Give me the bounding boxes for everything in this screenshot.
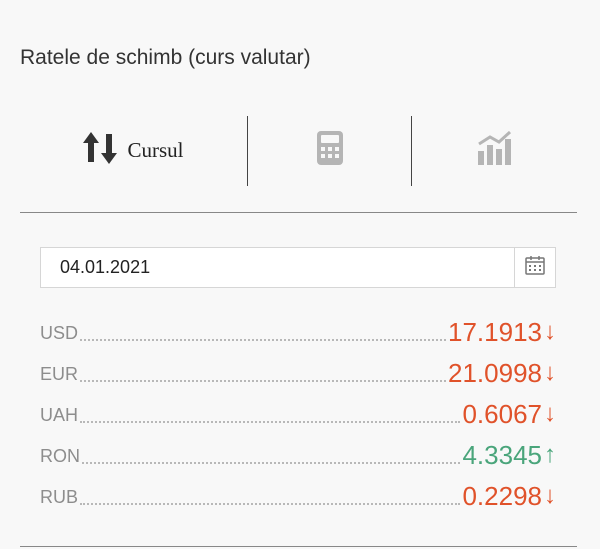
rate-value: 0.2298	[462, 481, 542, 511]
arrow-down-icon: ↓	[544, 482, 556, 509]
currency-code: UAH	[40, 405, 79, 425]
arrow-down-icon: ↓	[544, 359, 556, 386]
rate-row-rub: RUB 0.2298 ↓	[40, 470, 556, 511]
date-picker	[40, 247, 556, 288]
currency-code: EUR	[40, 364, 79, 384]
date-input[interactable]	[41, 248, 516, 287]
arrow-up-icon: ↑	[544, 441, 556, 468]
currency-code: RON	[40, 446, 80, 466]
calendar-icon	[525, 255, 545, 280]
bar-chart-icon	[477, 130, 513, 170]
rate-value: 4.3345	[462, 440, 542, 470]
rate-row-uah: UAH 0.6067 ↓	[40, 388, 556, 429]
divider	[20, 546, 577, 547]
dotted-leader	[80, 421, 461, 423]
rates-list: USD 17.1913 ↓ EUR 21.0998 ↓ UAH 0.6067 ↓…	[40, 306, 556, 511]
rate-row-ron: RON 4.3345 ↑	[40, 429, 556, 470]
rate-row-usd: USD 17.1913 ↓	[40, 306, 556, 347]
dotted-leader	[82, 462, 461, 464]
tab-rate-label: Cursul	[127, 137, 184, 162]
rate-row-eur: EUR 21.0998 ↓	[40, 347, 556, 388]
currency-code: USD	[40, 323, 79, 343]
dotted-leader	[80, 503, 461, 505]
divider	[20, 212, 577, 213]
currency-code: RUB	[40, 487, 79, 507]
dotted-leader	[80, 380, 447, 382]
dotted-leader	[80, 339, 447, 341]
arrow-down-icon: ↓	[544, 400, 556, 427]
tab-chart[interactable]	[412, 112, 577, 188]
tab-bar: Cursul	[20, 112, 577, 188]
rate-value: 17.1913	[448, 317, 542, 347]
arrow-down-icon: ↓	[544, 318, 556, 345]
widget-title: Ratele de schimb (curs valutar)	[20, 46, 311, 69]
calendar-button[interactable]	[514, 248, 555, 287]
exchange-arrows-icon	[83, 131, 118, 169]
calculator-icon	[316, 130, 343, 170]
tab-calculator[interactable]	[248, 112, 411, 188]
rate-value: 21.0998	[448, 358, 542, 388]
rate-value: 0.6067	[462, 399, 542, 429]
tab-rate[interactable]: Cursul	[20, 112, 247, 188]
